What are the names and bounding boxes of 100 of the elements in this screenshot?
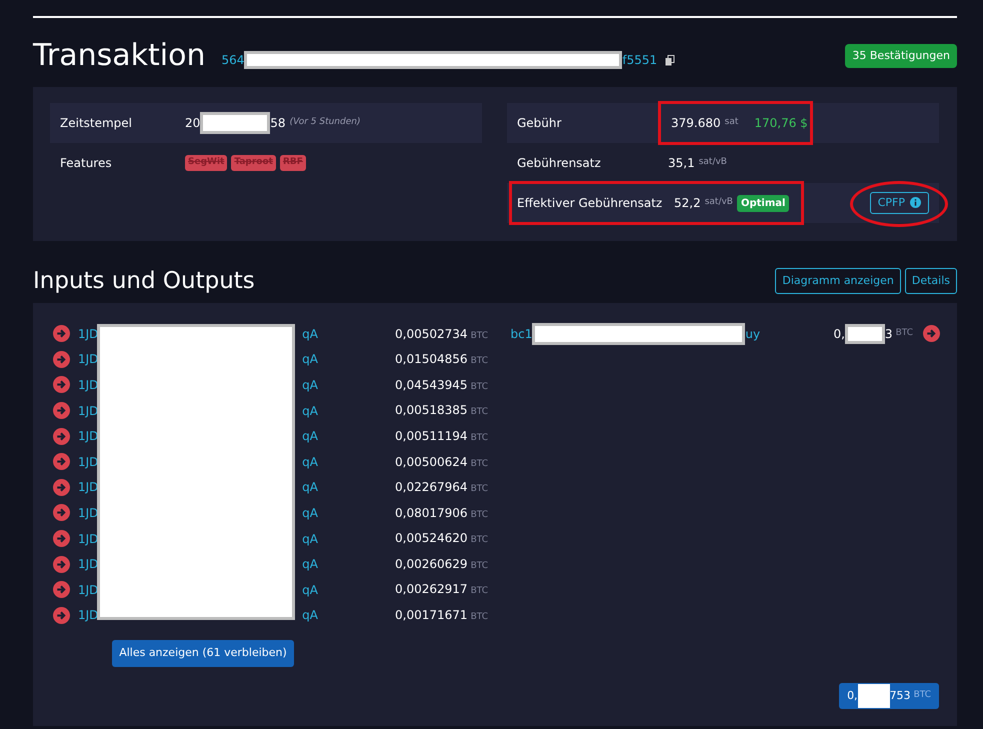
unit-label: BTC (914, 689, 931, 702)
feature-tag: SegWit (185, 155, 228, 171)
address-link[interactable]: 1JD (78, 530, 98, 548)
arrow-circle-icon[interactable] (53, 504, 70, 522)
redaction-box (200, 112, 270, 134)
amount-value: 0,00502734 (395, 326, 468, 341)
arrow-circle-icon[interactable] (53, 376, 70, 394)
fee-value: 379.680 (671, 115, 721, 132)
address-link[interactable]: 1JD (78, 350, 98, 368)
address-link[interactable]: qA (302, 530, 318, 548)
unit-label: BTC (470, 458, 488, 469)
unit-label: BTC (896, 327, 913, 340)
address-link[interactable]: 1JD (78, 504, 98, 522)
address-link[interactable]: 1JD (78, 376, 98, 394)
amount-value: 0,01504856 (395, 352, 468, 366)
field-label: Zeitstempel (60, 115, 134, 132)
address-link[interactable]: qA (302, 452, 318, 471)
address-link[interactable]: qA (302, 427, 318, 446)
address-link[interactable]: 1JD (78, 606, 98, 624)
view-button[interactable]: Details (904, 268, 957, 294)
relative-time: (Vor 5 Stunden) (290, 116, 360, 130)
address-link[interactable]: qA (302, 555, 318, 574)
unit-label: sat (724, 116, 738, 130)
arrow-circle-icon[interactable] (923, 325, 940, 342)
feature-tag: RBF (280, 155, 306, 171)
total-amount: 0, (847, 688, 858, 704)
view-button[interactable]: Diagramm anzeigen (775, 268, 901, 294)
redaction-box (858, 684, 890, 708)
address-link[interactable]: 1JD (78, 580, 98, 599)
amount-value: 3 (884, 326, 893, 343)
arrow-circle-icon[interactable] (53, 606, 70, 624)
amount-value: 0,04543945 (395, 378, 468, 392)
address-link[interactable]: qA (302, 606, 318, 624)
unit-label: BTC (470, 612, 488, 622)
unit-label: BTC (470, 407, 488, 418)
amount-value: 0,02267964 (395, 480, 468, 494)
address-link[interactable]: qA (302, 402, 318, 420)
page-title: Transaktion (33, 41, 206, 71)
unit-label: BTC (470, 432, 488, 443)
arrow-circle-icon[interactable] (53, 556, 70, 573)
address-link[interactable]: qA (302, 350, 318, 368)
arrow-circle-icon[interactable] (53, 350, 70, 368)
status-badge: Optimal (736, 194, 790, 212)
feature-tag: Taproot (231, 155, 276, 171)
fee-value: 35,1 (668, 155, 695, 172)
amount-value: 0, (833, 326, 845, 343)
arrow-circle-icon[interactable] (53, 530, 70, 548)
amount-value: 0,00500624 (395, 454, 468, 469)
total-amount: 753 (890, 688, 911, 704)
arrow-circle-icon[interactable] (53, 453, 70, 470)
unit-label: sat/vB (698, 156, 727, 170)
arrow-circle-icon[interactable] (53, 478, 70, 496)
show-all-button[interactable]: Alles anzeigen (61 verbleiben) (112, 640, 294, 667)
unit-label: BTC (470, 330, 488, 341)
timestamp-value: 58 (270, 115, 286, 132)
address-link[interactable]: uy (745, 324, 760, 343)
timestamp-value: 20 (185, 115, 200, 132)
address-link[interactable]: qA (302, 478, 318, 496)
redaction-box (844, 324, 885, 344)
address-link[interactable]: 1JD (78, 427, 98, 446)
confirmations-badge: 35 Bestätigungen (845, 44, 957, 68)
address-link[interactable]: 1JD (78, 452, 98, 471)
address-link[interactable]: qA (302, 580, 318, 599)
amount-value: 0,00511194 (395, 428, 468, 443)
unit-label: BTC (470, 356, 488, 366)
address-link[interactable]: qA (302, 376, 318, 394)
total-amount-button[interactable]: 0, 753 BTC (839, 682, 939, 709)
amount-value: 0,08017906 (395, 506, 468, 520)
address-link[interactable]: qA (302, 324, 318, 343)
arrow-circle-icon[interactable] (53, 428, 70, 445)
unit-label: BTC (470, 382, 488, 392)
section-title: Inputs und Outputs (33, 270, 255, 292)
fiat-value: 170,76 $ (754, 115, 808, 132)
field-label: Gebühr (517, 115, 562, 132)
address-link[interactable]: 1JD (78, 402, 98, 420)
address-link[interactable]: 1JD (78, 324, 98, 343)
arrow-circle-icon[interactable] (53, 402, 70, 420)
field-label: Gebührensatz (517, 155, 602, 172)
arrow-circle-icon[interactable] (53, 581, 70, 598)
amount-value: 0,00171671 (395, 608, 468, 622)
amount-value: 0,00518385 (395, 403, 468, 418)
amount-value: 0,00524620 (395, 531, 468, 546)
cpfp-button[interactable]: CPFP (870, 192, 929, 214)
unit-label: BTC (470, 586, 488, 596)
unit-label: sat/vB (704, 196, 733, 210)
address-link[interactable]: qA (302, 504, 318, 522)
field-label: Features (60, 155, 113, 172)
field-label: Effektiver Gebührensatz (517, 195, 664, 212)
address-link[interactable]: bc1 (510, 324, 532, 343)
txid-link[interactable]: f5551 (622, 51, 658, 69)
unit-label: BTC (470, 535, 488, 546)
unit-label: BTC (470, 560, 488, 571)
amount-value: 0,00262917 (395, 582, 468, 596)
address-link[interactable]: 1JD (78, 478, 98, 496)
amount-value: 0,00260629 (395, 556, 468, 571)
address-link[interactable]: 1JD (78, 555, 98, 574)
arrow-circle-icon[interactable] (53, 325, 70, 342)
txid-link[interactable]: 564 (222, 51, 244, 69)
unit-label: BTC (470, 484, 488, 494)
fee-rate-value: 52,2 (674, 195, 701, 212)
